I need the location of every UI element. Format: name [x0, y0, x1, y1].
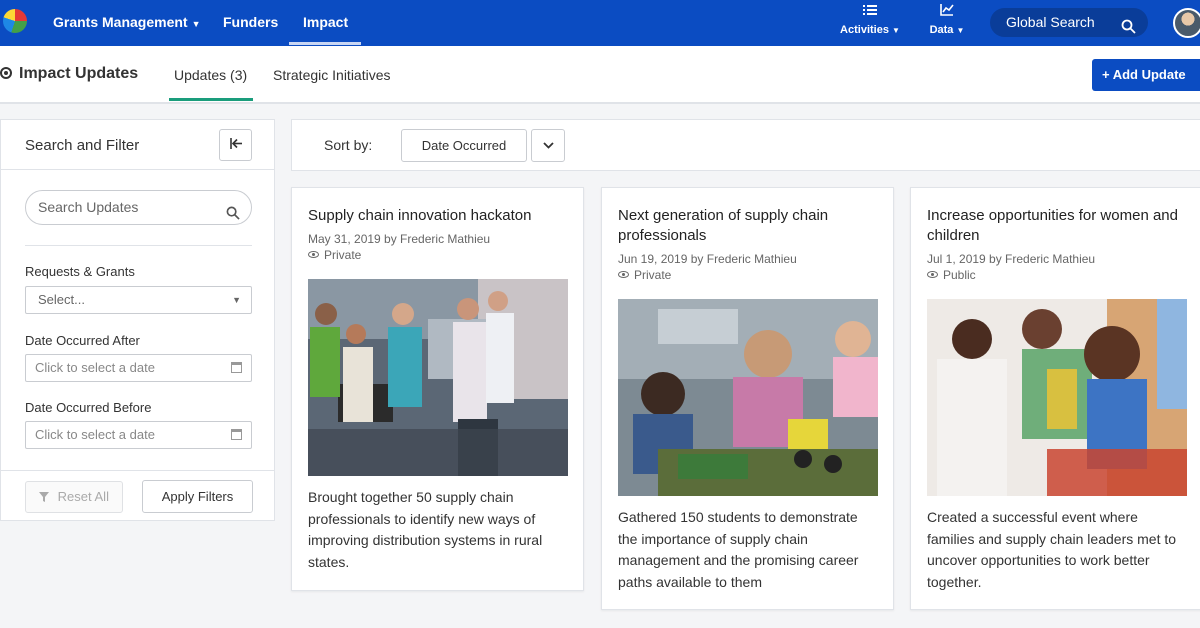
sort-label: Sort by: — [324, 137, 373, 153]
search-icon[interactable] — [226, 199, 240, 232]
nav-data-label: Data — [929, 24, 954, 36]
update-card[interactable]: Increase opportunities for women and chi… — [910, 187, 1200, 610]
reset-all-button[interactable]: Reset All — [25, 481, 123, 513]
target-icon — [0, 67, 12, 79]
nav-data[interactable]: Data ▼ — [925, 4, 969, 39]
chevron-down-icon: ▼ — [892, 26, 900, 35]
sort-field-select[interactable]: Date Occurred — [401, 129, 527, 162]
sort-bar: Sort by: Date Occurred — [291, 119, 1200, 171]
add-update-button[interactable]: + Add Update — [1092, 59, 1200, 91]
eye-icon — [308, 251, 319, 258]
visibility-indicator: Private — [618, 268, 671, 282]
chevron-down-icon: ▼ — [956, 26, 965, 35]
update-card-image — [618, 299, 878, 496]
search-updates-input[interactable]: Search Updates — [25, 190, 252, 225]
divider — [1, 470, 274, 471]
requests-grants-select[interactable]: Select... ▼ — [25, 286, 252, 314]
update-card-meta: Jun 19, 2019 by Frederic Mathieu — [618, 252, 797, 266]
calendar-icon — [231, 429, 242, 440]
nav-funders[interactable]: Funders — [223, 0, 278, 46]
date-before-field[interactable]: Click to select a date — [25, 421, 252, 449]
nav-impact[interactable]: Impact — [303, 0, 348, 46]
eye-icon — [927, 271, 938, 278]
date-after-field[interactable]: Click to select a date — [25, 354, 252, 382]
visibility-indicator: Private — [308, 248, 361, 262]
tab-strategic-initiatives[interactable]: Strategic Initiatives — [273, 67, 391, 83]
chevron-down-icon: ▼ — [191, 19, 201, 29]
update-card[interactable]: Next generation of supply chain professi… — [601, 187, 894, 610]
update-card-title[interactable]: Supply chain innovation hackaton — [308, 206, 570, 226]
collapse-left-icon — [229, 137, 242, 152]
chart-icon — [925, 4, 969, 22]
chevron-down-icon — [542, 138, 554, 152]
filter-icon — [39, 489, 58, 504]
tab-updates[interactable]: Updates (3) — [174, 67, 247, 83]
update-card[interactable]: Supply chain innovation hackaton May 31,… — [291, 187, 584, 591]
divider — [25, 245, 252, 246]
user-avatar[interactable] — [1173, 8, 1200, 38]
search-updates-placeholder: Search Updates — [38, 199, 139, 215]
divider — [1, 169, 274, 170]
nav-grants-management[interactable]: Grants Management ▼ — [53, 0, 201, 46]
date-after-label: Date Occurred After — [25, 333, 140, 348]
search-icon[interactable] — [1121, 15, 1136, 44]
global-search-input[interactable]: Global Search — [990, 8, 1148, 37]
requests-grants-label: Requests & Grants — [25, 264, 135, 279]
list-icon — [837, 4, 903, 22]
top-navigation: Grants Management ▼ Funders Impact Activi… — [0, 0, 1200, 46]
date-before-label: Date Occurred Before — [25, 400, 152, 415]
update-card-title[interactable]: Increase opportunities for women and chi… — [927, 206, 1189, 246]
update-card-description: Brought together 50 supply chain profess… — [308, 489, 543, 570]
global-search-label: Global Search — [1006, 14, 1095, 30]
update-card-meta: Jul 1, 2019 by Frederic Mathieu — [927, 252, 1096, 266]
update-card-description: Gathered 150 students to demonstrate the… — [618, 509, 859, 590]
update-card-title[interactable]: Next generation of supply chain professi… — [618, 206, 880, 246]
nav-activities-label: Activities — [840, 24, 889, 36]
collapse-panel-button[interactable] — [219, 129, 252, 161]
sort-dropdown-button[interactable] — [531, 129, 565, 162]
page-title: Impact Updates — [0, 65, 138, 83]
tab-active-indicator — [169, 98, 253, 101]
visibility-indicator: Public — [927, 268, 976, 282]
update-card-image — [927, 299, 1187, 496]
page-header: Impact Updates Updates (3) Strategic Ini… — [0, 46, 1200, 104]
filter-panel-title: Search and Filter — [25, 137, 140, 154]
update-card-description: Created a successful event where familie… — [927, 509, 1177, 590]
calendar-icon — [231, 362, 242, 373]
nav-activities[interactable]: Activities ▼ — [837, 4, 903, 39]
nav-active-indicator — [289, 42, 361, 45]
eye-icon — [618, 271, 629, 278]
app-logo-icon[interactable] — [3, 9, 27, 33]
dropdown-caret-icon: ▼ — [232, 295, 241, 305]
apply-filters-button[interactable]: Apply Filters — [142, 480, 253, 513]
update-card-image — [308, 279, 568, 476]
search-filter-panel: Search and Filter Search Updates Request… — [0, 119, 275, 521]
update-card-meta: May 31, 2019 by Frederic Mathieu — [308, 232, 491, 246]
